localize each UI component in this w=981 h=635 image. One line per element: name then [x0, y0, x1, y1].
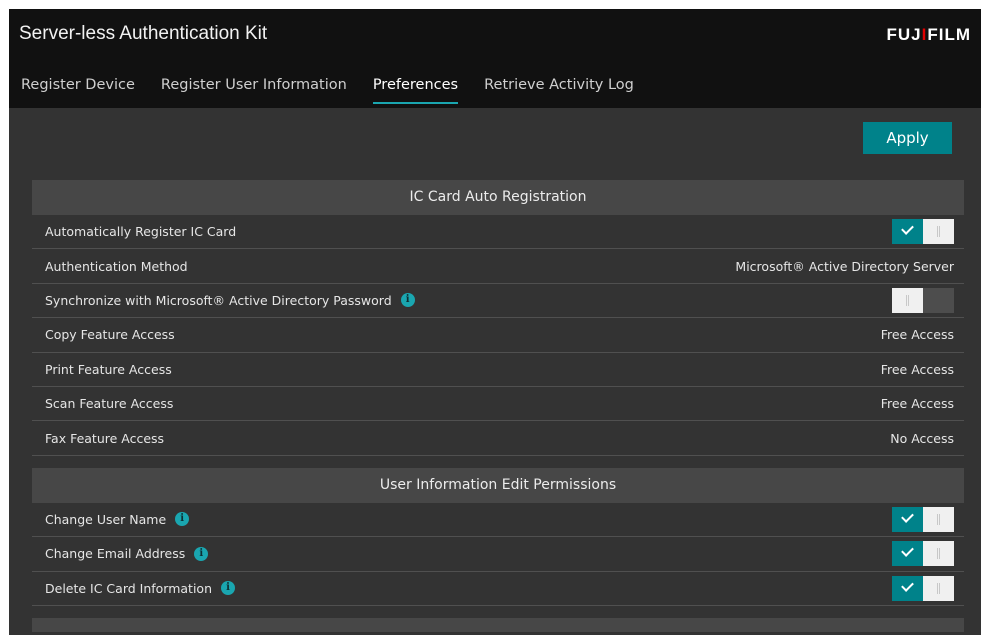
app-title: Server-less Authentication Kit: [19, 23, 268, 44]
setting-label-group: Change Email Address i: [45, 546, 209, 562]
toggle-segment: [923, 575, 954, 601]
info-icon[interactable]: i: [221, 581, 236, 596]
setting-value: No Access: [890, 430, 954, 446]
setting-label: Copy Feature Access: [45, 327, 175, 343]
toggle-segment: [923, 506, 954, 532]
section-header: User Information Edit Permissions: [32, 467, 964, 503]
setting-label-group: Fax Feature Access: [45, 431, 164, 446]
toggle-segment: [923, 287, 954, 313]
toggle-segment: [923, 541, 954, 567]
setting-label: Scan Feature Access: [45, 396, 174, 412]
check-icon: [901, 510, 914, 523]
tab-register-device[interactable]: Register Device: [9, 71, 149, 108]
toggle-segment: [892, 541, 923, 567]
check-icon: [901, 544, 914, 558]
toggle-switch[interactable]: [892, 506, 954, 532]
fujifilm-logo: FUJIFILM: [886, 25, 971, 44]
grip-icon: [937, 548, 940, 560]
toggle-segment: [892, 506, 923, 532]
setting-row: Change User Name i: [32, 503, 964, 538]
info-icon[interactable]: i: [400, 293, 415, 308]
tab-register-user-information[interactable]: Register User Information: [149, 71, 361, 108]
setting-row: Delete IC Card Information i: [32, 572, 964, 606]
tab-preferences[interactable]: Preferences: [361, 71, 472, 108]
toggle-segment: [892, 287, 923, 313]
top-bar: Server-less Authentication Kit FUJIFILM …: [9, 9, 981, 108]
setting-label: Print Feature Access: [45, 361, 172, 377]
settings-section: IC Card Auto Registration Automatically R…: [32, 180, 964, 456]
info-icon[interactable]: i: [194, 546, 209, 561]
setting-label-group: Authentication Method: [45, 259, 188, 274]
check-icon: [901, 578, 914, 592]
check-icon: [901, 222, 914, 236]
toggle-segment: [892, 219, 923, 245]
setting-label-group: Delete IC Card Information i: [45, 580, 236, 596]
toggle-segment: [923, 219, 954, 245]
app-window: Server-less Authentication Kit FUJIFILM …: [9, 9, 981, 635]
setting-value: Free Access: [880, 327, 954, 343]
setting-label: Fax Feature Access: [45, 430, 165, 446]
setting-row: Authentication Method Microsoft® Active D…: [32, 249, 964, 284]
setting-row: Fax Feature Access No Access: [32, 421, 964, 456]
tab-bar: Register Device Register User Informatio…: [9, 71, 648, 108]
setting-row: Copy Feature Access Free Access: [32, 318, 964, 353]
setting-label: Automatically Register IC Card: [45, 224, 237, 240]
grip-icon: [906, 294, 909, 306]
setting-row: Print Feature Access Free Access: [32, 353, 964, 387]
settings-section: User Information Edit Permissions Change …: [32, 467, 964, 606]
setting-value: Free Access: [880, 396, 954, 412]
setting-row: Automatically Register IC Card: [32, 215, 964, 250]
grip-icon: [937, 513, 940, 525]
grip-icon: [937, 582, 940, 594]
section-header: IC Card Auto Registration: [32, 180, 964, 215]
setting-row: Synchronize with Microsoft® Active Direc…: [32, 284, 964, 319]
setting-label-group: Print Feature Access: [45, 362, 172, 377]
toggle-switch[interactable]: [892, 287, 954, 313]
toggle-switch[interactable]: [892, 575, 954, 601]
setting-label-group: Copy Feature Access: [45, 327, 175, 342]
tab-retrieve-activity-log[interactable]: Retrieve Activity Log: [472, 71, 648, 108]
toggle-switch[interactable]: [892, 541, 954, 567]
section-header-partial: [32, 617, 964, 632]
toggle-switch[interactable]: [892, 219, 954, 245]
toggle-segment: [892, 575, 923, 601]
toolbar: Apply: [9, 108, 981, 180]
setting-label-group: Scan Feature Access: [45, 396, 173, 411]
setting-label: Delete IC Card Information: [45, 580, 213, 596]
info-icon[interactable]: i: [175, 512, 190, 527]
grip-icon: [937, 226, 940, 238]
setting-label: Change Email Address: [45, 546, 186, 562]
setting-row: Change Email Address i: [32, 537, 964, 572]
apply-button[interactable]: Apply: [863, 122, 952, 154]
setting-label: Change User Name: [45, 511, 167, 527]
setting-label-group: Synchronize with Microsoft® Active Direc…: [45, 293, 415, 308]
setting-label: Authentication Method: [45, 258, 188, 274]
setting-value: Free Access: [880, 361, 954, 377]
setting-label-group: Change User Name i: [45, 511, 190, 527]
setting-row: Scan Feature Access Free Access: [32, 387, 964, 422]
setting-label: Synchronize with Microsoft® Active Direc…: [45, 292, 392, 308]
setting-value: Microsoft® Active Directory Server: [735, 258, 954, 274]
setting-label-group: Automatically Register IC Card: [45, 224, 236, 239]
settings-panel: IC Card Auto Registration Automatically R…: [9, 180, 981, 606]
